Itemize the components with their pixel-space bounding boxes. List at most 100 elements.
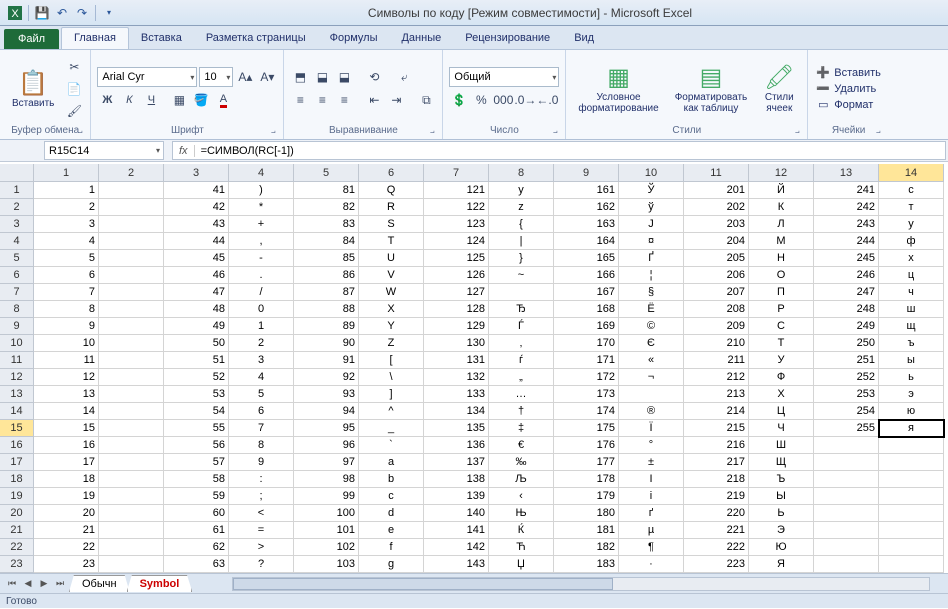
cell[interactable]: 101 [294, 522, 359, 539]
cell[interactable] [814, 505, 879, 522]
cell[interactable]: Ђ [489, 301, 554, 318]
cell[interactable]: 42 [164, 199, 229, 216]
cell[interactable]: 244 [814, 233, 879, 250]
cell[interactable]: 220 [684, 505, 749, 522]
cell[interactable]: > [229, 539, 294, 556]
cell[interactable]: Ґ [619, 250, 684, 267]
cell[interactable]: 254 [814, 403, 879, 420]
cell[interactable] [99, 250, 164, 267]
cell[interactable]: у [879, 216, 944, 233]
cell[interactable]: ° [619, 437, 684, 454]
cell[interactable]: 123 [424, 216, 489, 233]
cell[interactable]: 165 [554, 250, 619, 267]
cell[interactable] [814, 556, 879, 573]
cell[interactable]: 84 [294, 233, 359, 250]
cell[interactable] [814, 454, 879, 471]
cell[interactable] [99, 267, 164, 284]
cell[interactable]: V [359, 267, 424, 284]
percent-icon[interactable]: % [471, 90, 491, 110]
cell[interactable]: [ [359, 352, 424, 369]
cell[interactable]: 4 [34, 233, 99, 250]
cell[interactable]: „ [489, 369, 554, 386]
cell[interactable]: 207 [684, 284, 749, 301]
cell[interactable]: 247 [814, 284, 879, 301]
cell[interactable]: 3 [34, 216, 99, 233]
cell[interactable]: ­ [619, 386, 684, 403]
cell[interactable]: 167 [554, 284, 619, 301]
cell[interactable] [99, 471, 164, 488]
cell[interactable] [99, 420, 164, 437]
cell[interactable]: ф [879, 233, 944, 250]
cell[interactable]: Ѓ [489, 318, 554, 335]
cell[interactable]: † [489, 403, 554, 420]
cell[interactable]: 208 [684, 301, 749, 318]
cell[interactable]: 45 [164, 250, 229, 267]
cell[interactable] [99, 233, 164, 250]
row-header[interactable]: 3 [0, 216, 34, 233]
hscroll-thumb[interactable] [233, 578, 613, 590]
cell[interactable]: ў [619, 199, 684, 216]
cell[interactable]: 206 [684, 267, 749, 284]
cell[interactable]: 217 [684, 454, 749, 471]
cell[interactable]: 16 [34, 437, 99, 454]
cell[interactable]: 102 [294, 539, 359, 556]
cell[interactable]: ¬ [619, 369, 684, 386]
cell[interactable]: ? [229, 556, 294, 573]
align-middle-icon[interactable]: ⬓ [312, 67, 332, 87]
cell[interactable] [814, 488, 879, 505]
cell[interactable]: c [359, 488, 424, 505]
cell[interactable]: с [879, 182, 944, 199]
cell[interactable]: 204 [684, 233, 749, 250]
cell[interactable] [99, 437, 164, 454]
cell[interactable]: 248 [814, 301, 879, 318]
cell[interactable]: 201 [684, 182, 749, 199]
cell[interactable]: 98 [294, 471, 359, 488]
cell[interactable]: _ [359, 420, 424, 437]
cell[interactable]: 242 [814, 199, 879, 216]
decrease-indent-icon[interactable]: ⇤ [364, 90, 384, 110]
copy-icon[interactable]: 📄 [64, 79, 84, 99]
paste-button[interactable]: 📋 Вставить [6, 67, 60, 111]
cell[interactable]: 164 [554, 233, 619, 250]
cell[interactable]: 133 [424, 386, 489, 403]
cell[interactable]: 141 [424, 522, 489, 539]
column-header[interactable]: 1 [34, 164, 99, 182]
cell[interactable] [879, 437, 944, 454]
cell[interactable]: 212 [684, 369, 749, 386]
cell[interactable]: 174 [554, 403, 619, 420]
cell[interactable] [99, 352, 164, 369]
cell[interactable] [99, 216, 164, 233]
cell[interactable]: 55 [164, 420, 229, 437]
column-header[interactable]: 7 [424, 164, 489, 182]
sheet-tab-1[interactable]: Обычн [69, 575, 130, 592]
column-header[interactable]: 12 [749, 164, 814, 182]
cell[interactable]: Ф [749, 369, 814, 386]
cell[interactable] [814, 437, 879, 454]
cell[interactable]: Я [749, 556, 814, 573]
cell[interactable]: 59 [164, 488, 229, 505]
cell[interactable]: 81 [294, 182, 359, 199]
cell[interactable]: Ш [749, 437, 814, 454]
row-header[interactable]: 13 [0, 386, 34, 403]
italic-button[interactable]: К [119, 90, 139, 110]
cell[interactable]: © [619, 318, 684, 335]
cell[interactable]: R [359, 199, 424, 216]
cell[interactable]: ѓ [489, 352, 554, 369]
row-header[interactable]: 1 [0, 182, 34, 199]
cell[interactable]: 82 [294, 199, 359, 216]
cell[interactable]: 209 [684, 318, 749, 335]
cell[interactable]: 134 [424, 403, 489, 420]
cell[interactable]: 219 [684, 488, 749, 505]
conditional-formatting-button[interactable]: ▦ Условное форматирование [572, 61, 664, 116]
cell[interactable]: Ћ [489, 539, 554, 556]
cell[interactable] [99, 522, 164, 539]
cell[interactable]: 122 [424, 199, 489, 216]
cell[interactable]: 222 [684, 539, 749, 556]
delete-cells-button[interactable]: ➖Удалить [816, 82, 881, 96]
row-header[interactable]: 9 [0, 318, 34, 335]
cell[interactable]: ъ [879, 335, 944, 352]
cell[interactable] [99, 199, 164, 216]
cell[interactable]: € [489, 437, 554, 454]
cell[interactable]: 22 [34, 539, 99, 556]
cell[interactable]: 52 [164, 369, 229, 386]
